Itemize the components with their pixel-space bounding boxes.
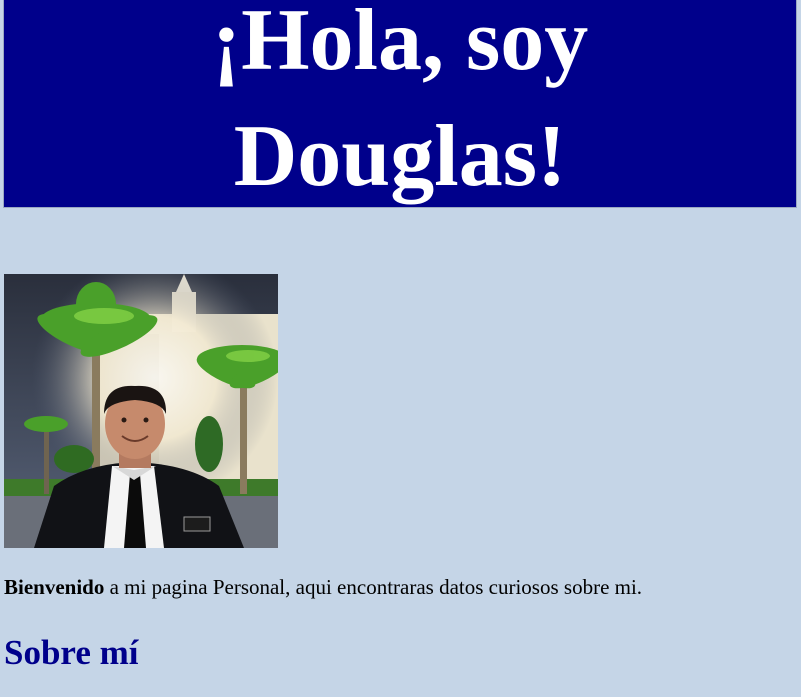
profile-photo [4,274,278,548]
section-title-about: Sobre mí [4,633,139,672]
page-title: ¡Hola, soy Douglas! [211,0,589,205]
intro-bold: Bienvenido [4,575,105,599]
intro-paragraph: Bienvenido a mi pagina Personal, aqui en… [4,575,642,600]
intro-text: a mi pagina Personal, aqui encontraras d… [104,575,643,599]
profile-photo-image [4,274,278,548]
header-banner: ¡Hola, soy Douglas! [4,0,796,207]
